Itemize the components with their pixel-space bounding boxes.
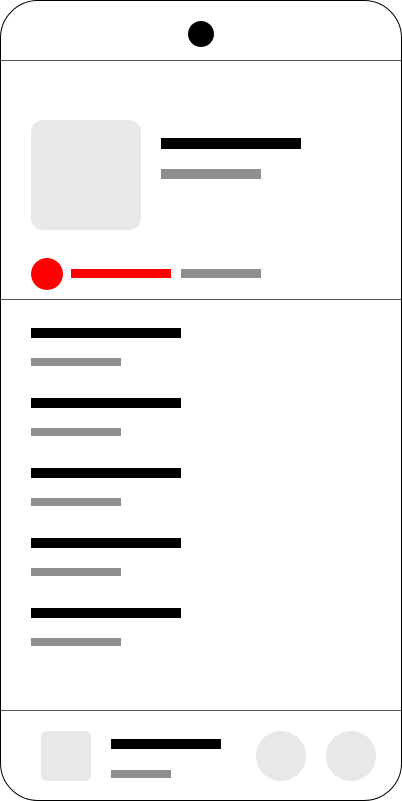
list-item[interactable] (31, 608, 181, 652)
track-title-bar (31, 468, 181, 478)
track-title-bar (31, 608, 181, 618)
mini-player-thumbnail-placeholder[interactable] (41, 731, 91, 781)
track-title-bar (31, 398, 181, 408)
list-item[interactable] (31, 538, 181, 582)
phone-frame (0, 0, 402, 801)
play-button-icon[interactable] (31, 258, 63, 290)
album-title-bar (161, 138, 301, 149)
track-title-bar (31, 538, 181, 548)
progress-bar-remaining[interactable] (181, 269, 261, 278)
track-subtitle-bar (31, 568, 121, 576)
album-subtitle-bar (161, 169, 261, 179)
mini-player-button-1-icon[interactable] (256, 731, 306, 781)
progress-bar-filled[interactable] (71, 269, 171, 278)
header-divider (1, 299, 401, 300)
track-subtitle-bar (31, 638, 121, 646)
list-item[interactable] (31, 398, 181, 442)
track-subtitle-bar (31, 428, 121, 436)
list-item[interactable] (31, 468, 181, 512)
list-item[interactable] (31, 328, 181, 372)
front-camera-icon (188, 21, 214, 47)
track-title-bar (31, 328, 181, 338)
mini-player-button-2-icon[interactable] (326, 731, 376, 781)
track-subtitle-bar (31, 358, 121, 366)
top-bar-divider (1, 60, 401, 61)
mini-player-title-bar (111, 739, 221, 749)
mini-player-subtitle-bar (111, 770, 171, 778)
album-art-placeholder[interactable] (31, 120, 141, 230)
mini-player-divider (1, 710, 401, 711)
track-subtitle-bar (31, 498, 121, 506)
